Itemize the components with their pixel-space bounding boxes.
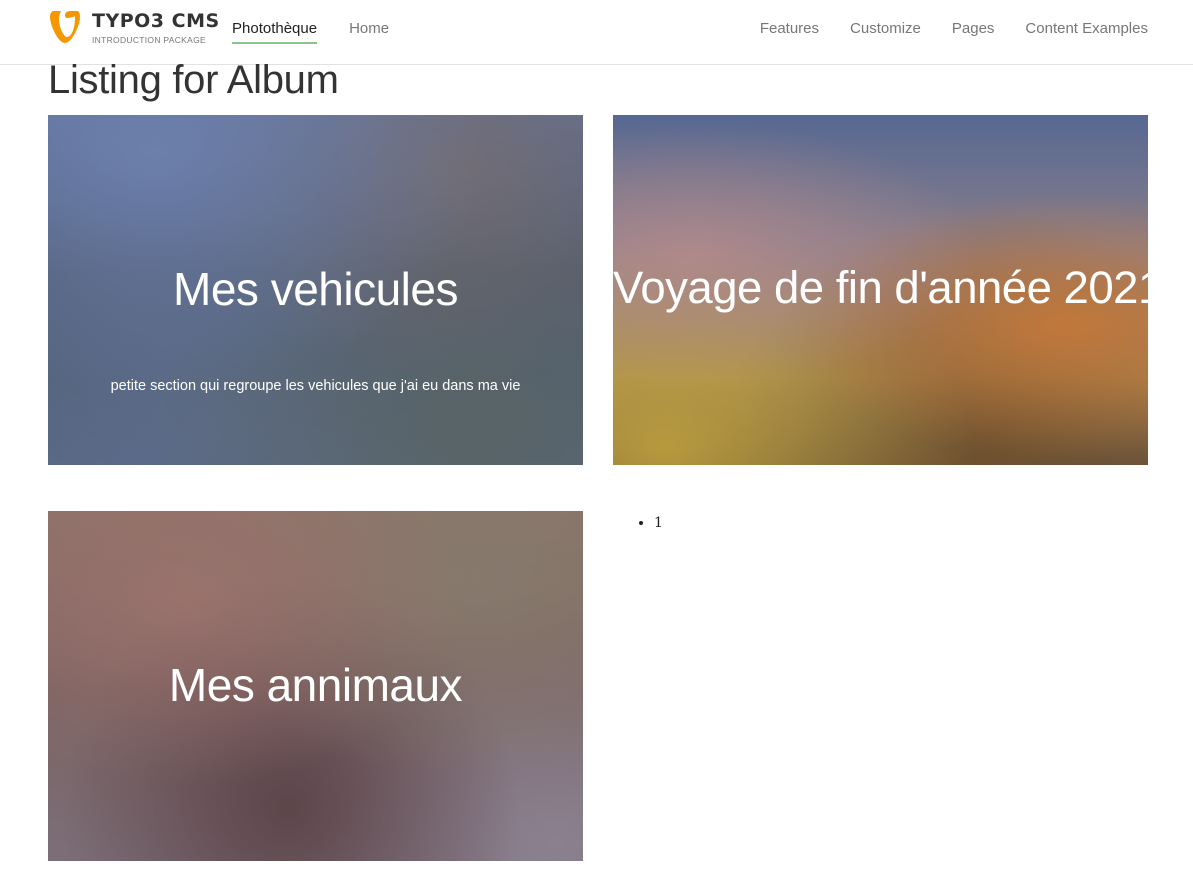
nav-item-content-examples[interactable]: Content Examples (1025, 20, 1148, 42)
album-title: Mes vehicules (173, 263, 458, 315)
main-nav-right: Features Customize Pages Content Example… (760, 20, 1148, 42)
nav-item-features[interactable]: Features (760, 20, 819, 42)
page-title: Listing for Album (48, 58, 339, 102)
nav-item-pages[interactable]: Pages (952, 20, 995, 42)
top-navbar: TYPO3 CMS INTRODUCTION PACKAGE Photothèq… (0, 0, 1193, 65)
nav-item-phototheque[interactable]: Photothèque (232, 20, 318, 44)
logo-subtitle: INTRODUCTION PACKAGE (92, 35, 206, 45)
pagination-item-1[interactable]: 1 (654, 514, 663, 532)
album-title: Mes annimaux (168, 659, 463, 711)
album-card-mes-annimaux[interactable]: Mes annimaux (48, 511, 583, 861)
nav-item-home[interactable]: Home (349, 20, 389, 44)
typo3-logo-link[interactable]: TYPO3 CMS INTRODUCTION PACKAGE (48, 9, 219, 49)
album-description: petite section qui regroupe les vehicule… (110, 378, 521, 394)
main-nav-left: Photothèque Home (232, 20, 389, 44)
logo-title: TYPO3 CMS (92, 10, 220, 32)
album-title: Voyage de fin d'année 2021 (613, 262, 1148, 313)
typo3-logo-icon (50, 11, 80, 43)
album-card-mes-vehicules[interactable]: Mes vehicules petite section qui regroup… (48, 115, 583, 465)
album-card-voyage-2021[interactable]: Voyage de fin d'année 2021 (613, 115, 1148, 465)
pagination: 1 (639, 514, 663, 532)
nav-item-customize[interactable]: Customize (850, 20, 921, 42)
